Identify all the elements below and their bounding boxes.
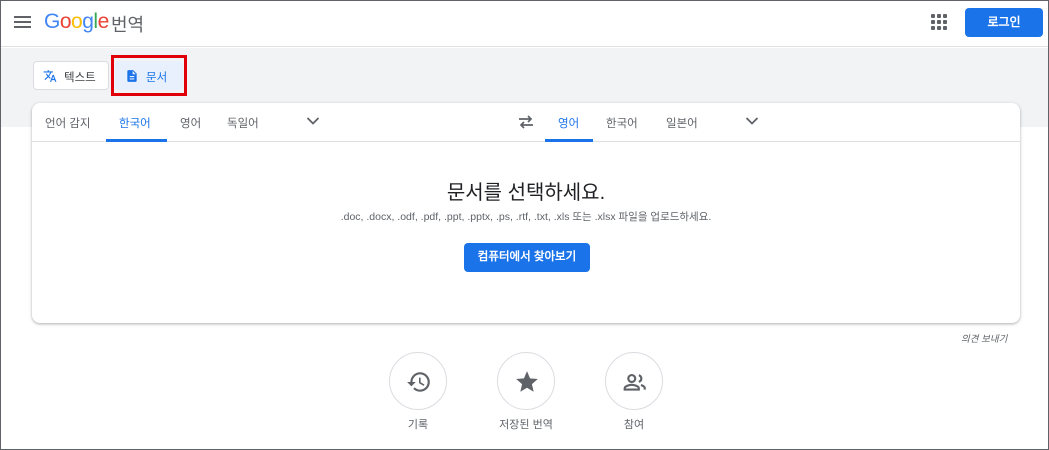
text-mode-button[interactable]: 텍스트 (33, 61, 109, 90)
document-mode-label: 문서 (146, 72, 168, 84)
source-lang-korean[interactable]: 한국어 (119, 115, 151, 131)
history-button[interactable] (389, 352, 447, 410)
select-document-heading: 문서를 선택하세요. (446, 182, 606, 204)
contribute-button[interactable] (605, 352, 663, 410)
star-icon (516, 371, 538, 392)
top-bar: Google 번역 로그인 (1, 1, 1048, 47)
document-card: 언어 감지 한국어 영어 독일어 영어 한국어 일본어 문서를 선택하세요. .… (32, 103, 1020, 323)
source-lang-german[interactable]: 독일어 (227, 115, 259, 131)
history-label: 기록 (407, 419, 429, 431)
browse-computer-button[interactable]: 컴퓨터에서 찾아보기 (464, 243, 590, 272)
target-tab-indicator (545, 139, 593, 142)
people-icon (623, 373, 646, 391)
saved-translations-button[interactable] (497, 352, 555, 410)
document-icon (127, 70, 137, 82)
google-logo[interactable]: Google (44, 10, 109, 34)
target-lang-japanese[interactable]: 일본어 (666, 115, 698, 131)
document-mode-button[interactable]: 문서 (115, 61, 183, 90)
target-lang-korean[interactable]: 한국어 (606, 115, 638, 131)
translate-icon (43, 70, 57, 82)
saved-translations-label: 저장된 번역 (499, 419, 553, 431)
login-button[interactable]: 로그인 (965, 8, 1043, 37)
source-tab-indicator (106, 139, 167, 142)
apps-grid-icon[interactable] (931, 14, 947, 30)
history-icon (407, 372, 430, 392)
target-more-chevron-down-icon[interactable] (745, 116, 759, 126)
target-lang-english[interactable]: 영어 (558, 115, 579, 131)
source-more-chevron-down-icon[interactable] (306, 116, 320, 126)
app-window: Google 번역 로그인 텍스트 문서 언어 감지 한국어 영어 독일어 영어… (0, 0, 1049, 450)
send-feedback-link[interactable]: 의견 보내기 (961, 331, 1007, 345)
source-lang-english[interactable]: 영어 (180, 115, 201, 131)
swap-languages-icon[interactable] (518, 115, 534, 129)
text-mode-label: 텍스트 (64, 72, 96, 84)
source-lang-detect[interactable]: 언어 감지 (45, 115, 91, 131)
contribute-label: 참여 (623, 419, 645, 431)
language-bar: 언어 감지 한국어 영어 독일어 영어 한국어 일본어 (32, 103, 1020, 142)
main-menu-icon[interactable] (13, 13, 33, 33)
supported-formats-note: .doc, .docx, .odf, .pdf, .ppt, .pptx, .p… (340, 211, 712, 223)
product-name: 번역 (111, 15, 145, 35)
